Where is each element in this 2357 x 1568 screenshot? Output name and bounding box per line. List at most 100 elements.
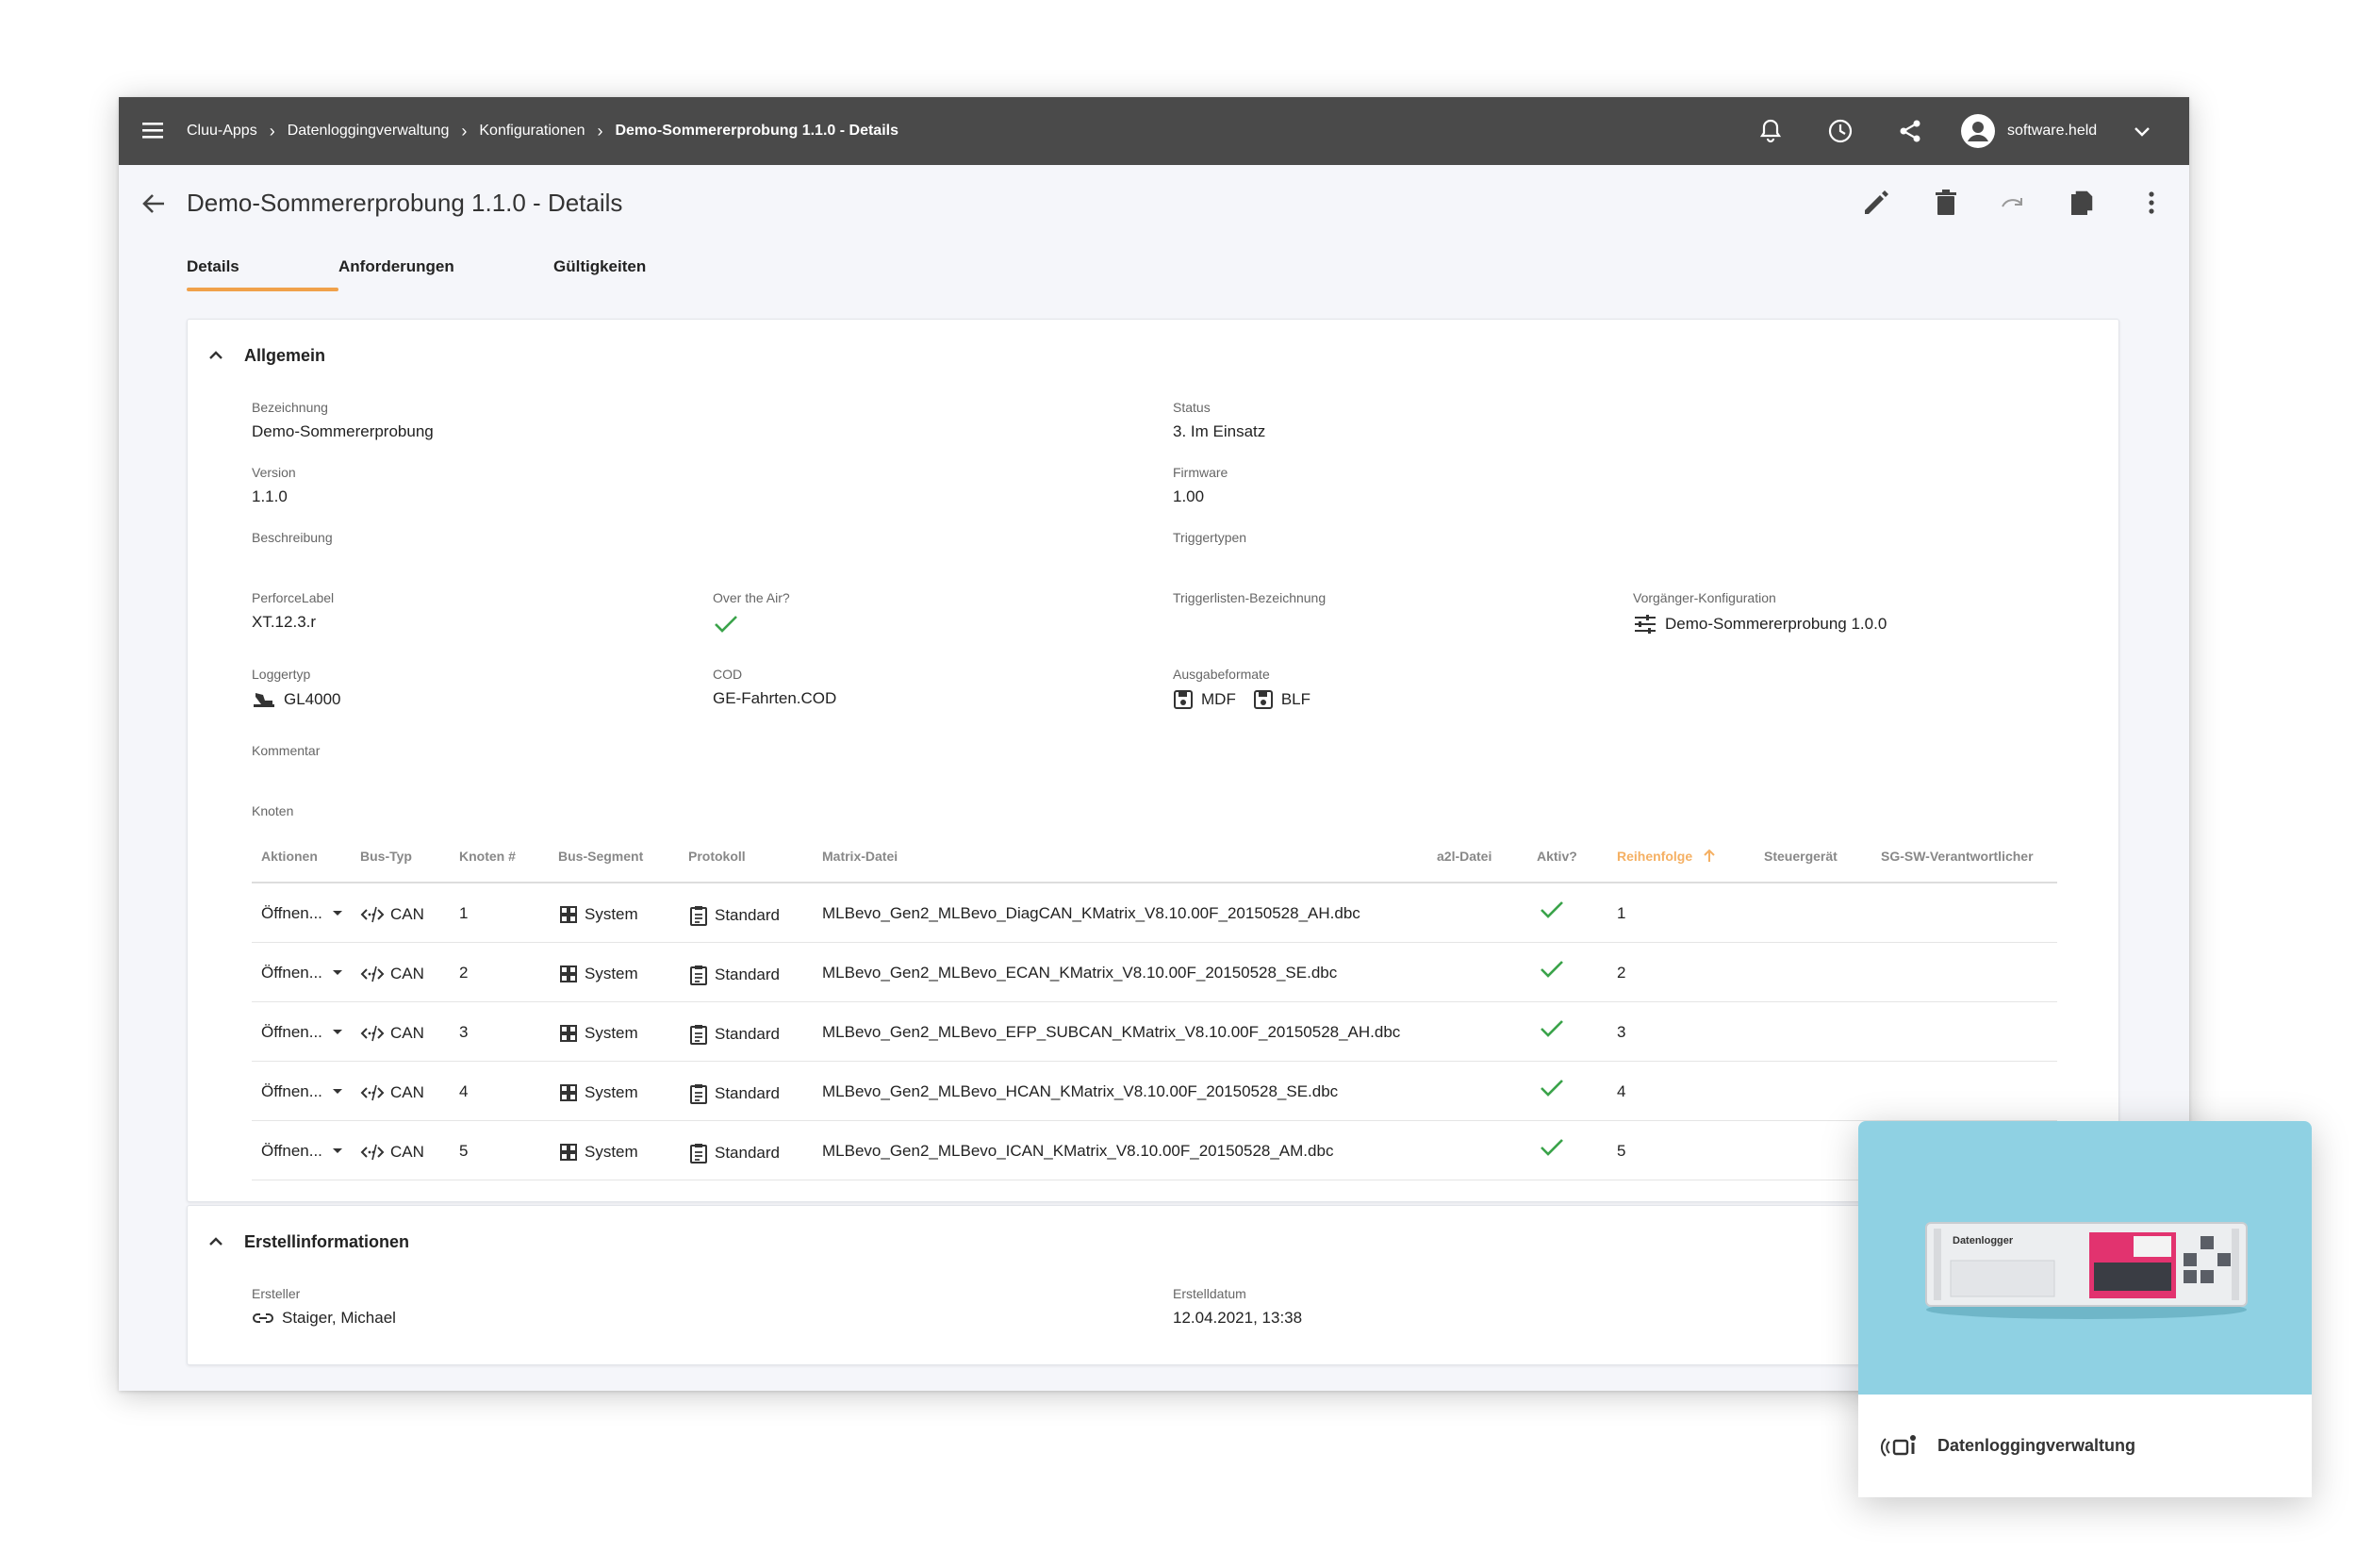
- redo-icon[interactable]: [1997, 186, 2031, 220]
- cell-knoten-nr: 3: [459, 1023, 469, 1041]
- cell-protokoll: Standard: [688, 1023, 780, 1046]
- arrow-back-icon[interactable]: [140, 190, 168, 218]
- breadcrumb-item-konfigurationen[interactable]: Konfigurationen: [479, 123, 585, 140]
- app-tile-datenloggingverwaltung[interactable]: Datenlogger Datenloggingverwaltung: [1858, 1121, 2312, 1497]
- tab-anforderungen[interactable]: Anforderungen: [338, 252, 553, 289]
- col-aktiv[interactable]: Aktiv?: [1537, 849, 1577, 864]
- check-icon: [1541, 1020, 1563, 1037]
- tab-label: Gültigkeiten: [553, 257, 647, 275]
- col-matrix-datei[interactable]: Matrix-Datei: [822, 849, 898, 864]
- col-reihenfolge[interactable]: Reihenfolge: [1617, 849, 1717, 864]
- cell-aktiv: [1539, 958, 1571, 981]
- cell-bus-typ: CAN: [360, 964, 424, 984]
- section-allgemein: Allgemein Bezeichnung Demo-Sommererprobu…: [187, 319, 2119, 1202]
- col-knoten[interactable]: Knoten #: [459, 849, 516, 864]
- datenlogger-device-illustration: Datenlogger: [1925, 1222, 2248, 1319]
- cell-text: Standard: [715, 1084, 780, 1102]
- tab-details[interactable]: Details: [187, 252, 338, 291]
- cell-bus-typ: CAN: [360, 904, 424, 925]
- table-header: Aktionen Bus-Typ Knoten # Bus-Segment Pr…: [252, 831, 2057, 883]
- chevron-right-icon: ›: [597, 121, 603, 140]
- row-action-label: Öffnen...: [261, 964, 322, 982]
- col-steuergeraet[interactable]: Steuergerät: [1764, 849, 1838, 864]
- col-bus-segment[interactable]: Bus-Segment: [558, 849, 643, 864]
- caret-down-icon: [332, 970, 342, 975]
- row-action-label: Öffnen...: [261, 1023, 322, 1041]
- grid-view-icon: [560, 1144, 577, 1161]
- cell-reihenfolge: 4: [1617, 1082, 1626, 1100]
- history-icon[interactable]: [1825, 116, 1855, 146]
- row-action-label: Öffnen...: [261, 904, 322, 922]
- table-row[interactable]: Öffnen... CAN 3 System Standard MLBevo_G…: [252, 1002, 2057, 1062]
- cell-protokoll: Standard: [688, 964, 780, 986]
- cell-bus-typ: CAN: [360, 1023, 424, 1044]
- user-menu[interactable]: software.held: [1960, 97, 2153, 165]
- col-protokoll[interactable]: Protokoll: [688, 849, 746, 864]
- field-value: XT.12.3.r: [252, 613, 317, 631]
- field-label: Bezeichnung: [252, 400, 328, 415]
- field-label: Beschreibung: [252, 530, 333, 545]
- caret-down-icon: [332, 1030, 342, 1034]
- delete-icon[interactable]: [1929, 186, 1963, 220]
- row-actions-dropdown[interactable]: Öffnen...: [261, 1082, 351, 1101]
- breadcrumb-item-datenloggingverwaltung[interactable]: Datenloggingverwaltung: [288, 123, 450, 140]
- col-aktionen: Aktionen: [261, 849, 318, 864]
- copy-icon[interactable]: [2065, 186, 2099, 220]
- save-icon: [1253, 690, 1273, 709]
- edit-pencil-icon[interactable]: [1859, 186, 1893, 220]
- field-vorgaenger-konfiguration: Vorgänger-Konfiguration Demo-Sommererpro…: [1633, 590, 1887, 635]
- field-label: Erstelldatum: [1173, 1286, 1246, 1301]
- cell-matrix-datei[interactable]: MLBevo_Gen2_MLBevo_ECAN_KMatrix_V8.10.00…: [822, 964, 1337, 982]
- cell-bus-segment: System: [558, 1142, 638, 1163]
- tab-gueltigkeiten[interactable]: Gültigkeiten: [553, 252, 646, 289]
- row-actions-dropdown[interactable]: Öffnen...: [261, 1142, 351, 1161]
- top-app-bar: Cluu-Apps › Datenloggingverwaltung › Kon…: [119, 97, 2189, 165]
- row-actions-dropdown[interactable]: Öffnen...: [261, 904, 351, 923]
- cell-text: Standard: [715, 1144, 780, 1162]
- cell-matrix-datei[interactable]: MLBevo_Gen2_MLBevo_DiagCAN_KMatrix_V8.10…: [822, 904, 1360, 923]
- cell-matrix-datei[interactable]: MLBevo_Gen2_MLBevo_HCAN_KMatrix_V8.10.00…: [822, 1082, 1338, 1101]
- field-erstelldatum: Erstelldatum 12.04.2021, 13:38: [1173, 1286, 1302, 1328]
- col-bus-typ[interactable]: Bus-Typ: [360, 849, 412, 864]
- col-a2l-datei[interactable]: a2l-Datei: [1437, 849, 1492, 864]
- can-bus-icon: [360, 1025, 385, 1042]
- table-row[interactable]: Öffnen... CAN 2 System Standard MLBevo_G…: [252, 943, 2057, 1002]
- field-value: 3. Im Einsatz: [1173, 422, 1266, 440]
- vorgaenger-link[interactable]: Demo-Sommererprobung 1.0.0: [1633, 613, 1887, 635]
- field-label: Vorgänger-Konfiguration: [1633, 590, 1776, 605]
- clipboard-icon: [690, 1084, 707, 1104]
- breadcrumb-item-cluu-apps[interactable]: Cluu-Apps: [187, 123, 257, 140]
- section-header-allgemein[interactable]: Allgemein: [205, 344, 325, 367]
- can-bus-icon: [360, 1084, 385, 1101]
- table-row[interactable]: Öffnen... CAN 5 System Standard MLBevo_G…: [252, 1121, 2057, 1180]
- field-value: Demo-Sommererprobung 1.0.0: [1665, 615, 1887, 633]
- bell-icon[interactable]: [1755, 116, 1786, 146]
- cell-protokoll: Standard: [688, 1082, 780, 1105]
- chevron-down-icon[interactable]: [2131, 120, 2153, 142]
- field-label: Ersteller: [252, 1286, 301, 1301]
- cell-matrix-datei[interactable]: MLBevo_Gen2_MLBevo_ICAN_KMatrix_V8.10.00…: [822, 1142, 1333, 1161]
- field-label: Firmware: [1173, 465, 1228, 480]
- format-chip-blf: BLF: [1253, 689, 1310, 710]
- more-vert-icon[interactable]: [2134, 186, 2168, 220]
- cell-matrix-datei[interactable]: MLBevo_Gen2_MLBevo_EFP_SUBCAN_KMatrix_V8…: [822, 1023, 1400, 1042]
- table-row[interactable]: Öffnen... CAN 4 System Standard MLBevo_G…: [252, 1062, 2057, 1121]
- row-actions-dropdown[interactable]: Öffnen...: [261, 964, 351, 982]
- section-header-erstellinformationen[interactable]: Erstellinformationen: [205, 1230, 409, 1253]
- row-actions-dropdown[interactable]: Öffnen...: [261, 1023, 351, 1042]
- col-sg-sw-verantwortlicher[interactable]: SG-SW-Verantwortlicher: [1881, 849, 2034, 864]
- cell-text: Standard: [715, 906, 780, 924]
- field-triggertypen: Triggertypen: [1173, 530, 1246, 545]
- grid-view-icon: [560, 906, 577, 923]
- table-row[interactable]: Öffnen... CAN 1 System Standard MLBevo_G…: [252, 883, 2057, 943]
- breadcrumb: Cluu-Apps › Datenloggingverwaltung › Kon…: [187, 97, 898, 165]
- field-version: Version 1.1.0: [252, 465, 296, 506]
- can-bus-icon: [360, 966, 385, 982]
- page-title: Demo-Sommererprobung 1.1.0 - Details: [187, 189, 623, 217]
- datenlogger-product-image: Datenlogger: [1858, 1121, 2312, 1395]
- field-value: GE-Fahrten.COD: [713, 689, 837, 707]
- clipboard-icon: [690, 1144, 707, 1164]
- menu-icon[interactable]: [140, 118, 170, 144]
- share-icon[interactable]: [1895, 116, 1925, 146]
- ersteller-link[interactable]: Staiger, Michael: [252, 1309, 396, 1328]
